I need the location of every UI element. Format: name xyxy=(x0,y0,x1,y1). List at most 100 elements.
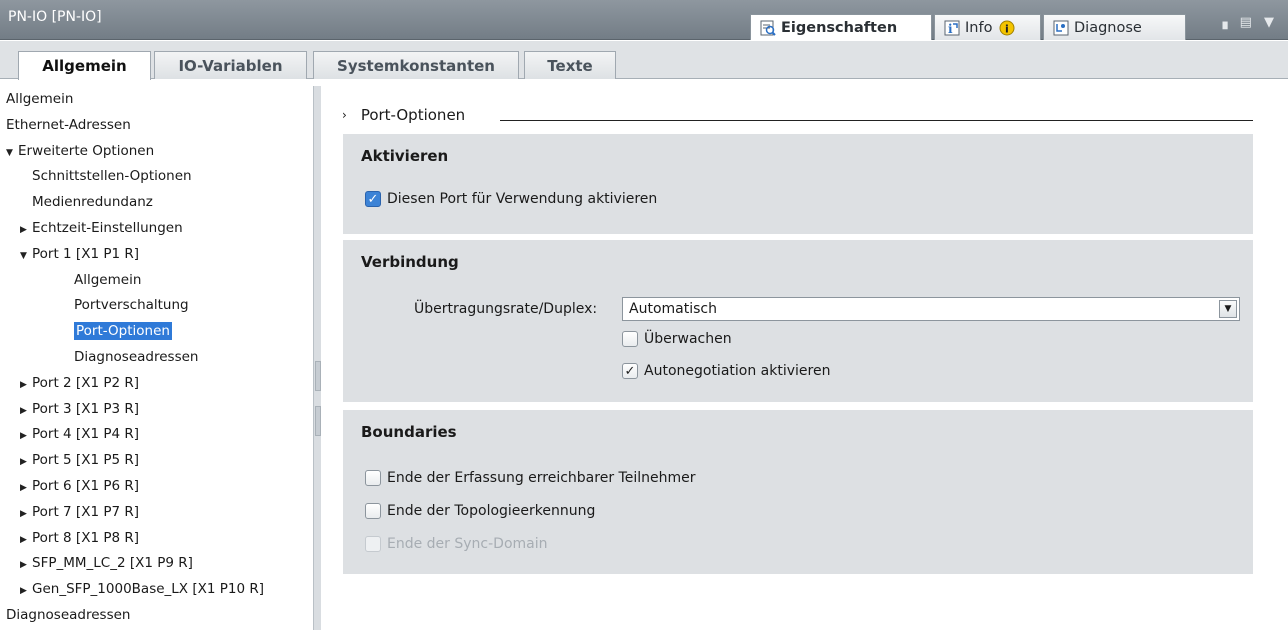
section-divider xyxy=(500,120,1253,121)
panel-boundaries-title: Boundaries xyxy=(361,423,457,441)
tree-item[interactable]: ▶ Port 2 [X1 P2 R] xyxy=(20,370,139,396)
checkbox-unchecked-icon xyxy=(365,470,381,486)
tree-item-label: Port 2 [X1 P2 R] xyxy=(32,374,139,391)
tab-io-variablen[interactable]: IO-Variablen xyxy=(154,51,307,79)
monitor-checkbox[interactable]: Überwachen xyxy=(622,331,732,347)
panel-boundaries: Boundaries Ende der Erfassung erreichbar… xyxy=(343,410,1253,574)
collapsed-arrow-icon[interactable]: ▶ xyxy=(20,527,32,553)
tree-item[interactable]: ▶ SFP_MM_LC_2 [X1 P9 R] xyxy=(20,550,193,576)
tree-item[interactable]: ▶ Port 8 [X1 P8 R] xyxy=(20,525,139,551)
tree-item[interactable]: ▶ Port 6 [X1 P6 R] xyxy=(20,473,139,499)
tab-allgemein[interactable]: Allgemein xyxy=(18,51,151,80)
end-detection-label: Ende der Erfassung erreichbarer Teilnehm… xyxy=(387,470,696,486)
tree-item-label: Allgemein xyxy=(74,271,142,288)
tree-item[interactable]: Allgemein xyxy=(6,86,73,112)
chevron-right-icon: › xyxy=(342,108,347,122)
tree-item[interactable]: ▶ Gen_SFP_1000Base_LX [X1 P10 R] xyxy=(20,576,264,602)
tree-item-label: Echtzeit-Einstellungen xyxy=(32,220,183,236)
panel-verbindung-title: Verbindung xyxy=(361,253,459,271)
info-icon: i xyxy=(943,20,961,36)
properties-title-bar: PN-IO [PN-IO] Eigenschaften i Info i Dia… xyxy=(0,0,1288,40)
tree-item[interactable]: ▼ Port 1 [X1 P1 R] xyxy=(20,241,139,267)
panel-aktivieren: Aktivieren ✓ Diesen Port für Verwendung … xyxy=(343,134,1253,234)
tree-item[interactable]: ▶ Port 3 [X1 P3 R] xyxy=(20,396,139,422)
splitter[interactable] xyxy=(313,86,321,630)
tree-item-label: Port 8 [X1 P8 R] xyxy=(32,529,139,546)
autonegotiation-checkbox[interactable]: ✓ Autonegotiation aktivieren xyxy=(622,363,830,379)
end-detection-checkbox[interactable]: Ende der Erfassung erreichbarer Teilnehm… xyxy=(365,470,695,486)
expanded-arrow-icon[interactable]: ▼ xyxy=(6,140,18,166)
collapsed-arrow-icon[interactable]: ▶ xyxy=(20,475,32,501)
tree-item-label: Port 4 [X1 P4 R] xyxy=(32,426,139,443)
tree-item[interactable]: Medienredundanz xyxy=(32,189,153,215)
tree-item[interactable]: Diagnoseadressen xyxy=(74,344,198,370)
collapsed-arrow-icon[interactable]: ▶ xyxy=(20,449,32,475)
checkbox-unchecked-icon xyxy=(622,331,638,347)
diagnostics-icon xyxy=(1052,20,1070,36)
svg-text:i: i xyxy=(948,22,953,36)
window-title: PN-IO [PN-IO] xyxy=(8,9,102,25)
port-enable-checkbox[interactable]: ✓ Diesen Port für Verwendung aktivieren xyxy=(365,191,657,207)
section-header: › Port-Optionen xyxy=(342,106,465,124)
svg-text:i: i xyxy=(1005,22,1009,35)
tree-item[interactable]: ▼ Erweiterte Optionen xyxy=(6,138,154,164)
collapsed-arrow-icon[interactable]: ▶ xyxy=(20,372,32,398)
chevron-down-icon[interactable]: ▼ xyxy=(1219,300,1237,318)
tree-item[interactable]: Schnittstellen-Optionen xyxy=(32,163,192,189)
collapse-left-handle[interactable] xyxy=(315,361,321,391)
tree-item-label: Schnittstellen-Optionen xyxy=(32,168,192,185)
tree-item-label: Gen_SFP_1000Base_LX [X1 P10 R] xyxy=(32,581,264,598)
tree-item-label: Port 1 [X1 P1 R] xyxy=(32,245,139,262)
tree-item[interactable]: Ethernet-Adressen xyxy=(6,112,131,138)
expand-right-handle[interactable] xyxy=(315,406,321,436)
tree-item[interactable]: Allgemein xyxy=(74,267,141,293)
rate-duplex-label: Übertragungsrate/Duplex: xyxy=(414,301,598,317)
rate-duplex-select[interactable]: Automatisch ▼ xyxy=(622,297,1240,321)
tree-item-label: Diagnoseadressen xyxy=(74,349,199,365)
end-sync-domain-label: Ende der Sync-Domain xyxy=(387,536,548,552)
tree-item-label: Diagnoseadressen xyxy=(6,607,131,623)
tree-item[interactable]: ▶ Echtzeit-Einstellungen xyxy=(20,215,183,241)
tree-item[interactable]: ▶ Port 7 [X1 P7 R] xyxy=(20,499,139,525)
tab-texte[interactable]: Texte xyxy=(524,51,616,79)
tree-item[interactable]: Diagnoseadressen xyxy=(6,602,130,628)
tree-item-label: Allgemein xyxy=(6,91,74,107)
tab-systemkonstanten[interactable]: Systemkonstanten xyxy=(313,51,519,79)
autonegotiation-label: Autonegotiation aktivieren xyxy=(644,363,831,379)
collapsed-arrow-icon[interactable]: ▶ xyxy=(20,578,32,604)
tree-item-label: Medienredundanz xyxy=(32,194,153,211)
tree-item[interactable]: ▶ Port 5 [X1 P5 R] xyxy=(20,447,139,473)
tree-item[interactable]: ▶ Port 4 [X1 P4 R] xyxy=(20,421,139,447)
collapsed-arrow-icon[interactable]: ▶ xyxy=(20,501,32,527)
tree-item[interactable]: Port-Optionen xyxy=(74,318,172,344)
navigation-tree: Allgemein Ethernet-Adressen ▼ Erweiterte Op… xyxy=(0,86,312,630)
tree-item-label: SFP_MM_LC_2 [X1 P9 R] xyxy=(32,555,193,572)
rate-duplex-value: Automatisch xyxy=(629,301,717,317)
tree-item-label: Ethernet-Adressen xyxy=(6,116,131,133)
panel-aktivieren-title: Aktivieren xyxy=(361,147,449,165)
tree-item-label-selected: Port-Optionen xyxy=(74,322,172,341)
tab-info[interactable]: i Info i xyxy=(934,14,1041,40)
collapsed-arrow-icon[interactable]: ▶ xyxy=(20,423,32,449)
tab-eigenschaften[interactable]: Eigenschaften xyxy=(750,14,932,40)
window-controls[interactable]: ▗ ▤ ▼ xyxy=(1217,15,1278,30)
checkbox-checked-icon: ✓ xyxy=(365,191,381,207)
info-badge-icon: i xyxy=(998,20,1016,36)
panel-verbindung: Verbindung Übertragungsrate/Duplex: Auto… xyxy=(343,240,1253,402)
end-sync-domain-checkbox: Ende der Sync-Domain xyxy=(365,536,548,552)
collapsed-arrow-icon[interactable]: ▶ xyxy=(20,217,32,243)
tree-item-label: Erweiterte Optionen xyxy=(18,142,155,159)
tree-item-label: Port 5 [X1 P5 R] xyxy=(32,452,139,469)
collapsed-arrow-icon[interactable]: ▶ xyxy=(20,398,32,424)
expanded-arrow-icon[interactable]: ▼ xyxy=(20,243,32,269)
port-enable-label: Diesen Port für Verwendung aktivieren xyxy=(387,191,658,207)
end-topology-checkbox[interactable]: Ende der Topologieerkennung xyxy=(365,503,595,519)
tree-item[interactable]: Portverschaltung xyxy=(74,292,189,318)
monitor-label: Überwachen xyxy=(644,331,732,347)
tab-strip: Allgemein IO-Variablen Systemkonstanten … xyxy=(0,41,1288,80)
tab-diagnose[interactable]: Diagnose xyxy=(1043,14,1186,40)
tab-diagnose-label: Diagnose xyxy=(1074,19,1142,36)
collapsed-arrow-icon[interactable]: ▶ xyxy=(20,552,32,578)
checkbox-unchecked-icon xyxy=(365,503,381,519)
tree-item-label: Port 7 [X1 P7 R] xyxy=(32,503,139,520)
